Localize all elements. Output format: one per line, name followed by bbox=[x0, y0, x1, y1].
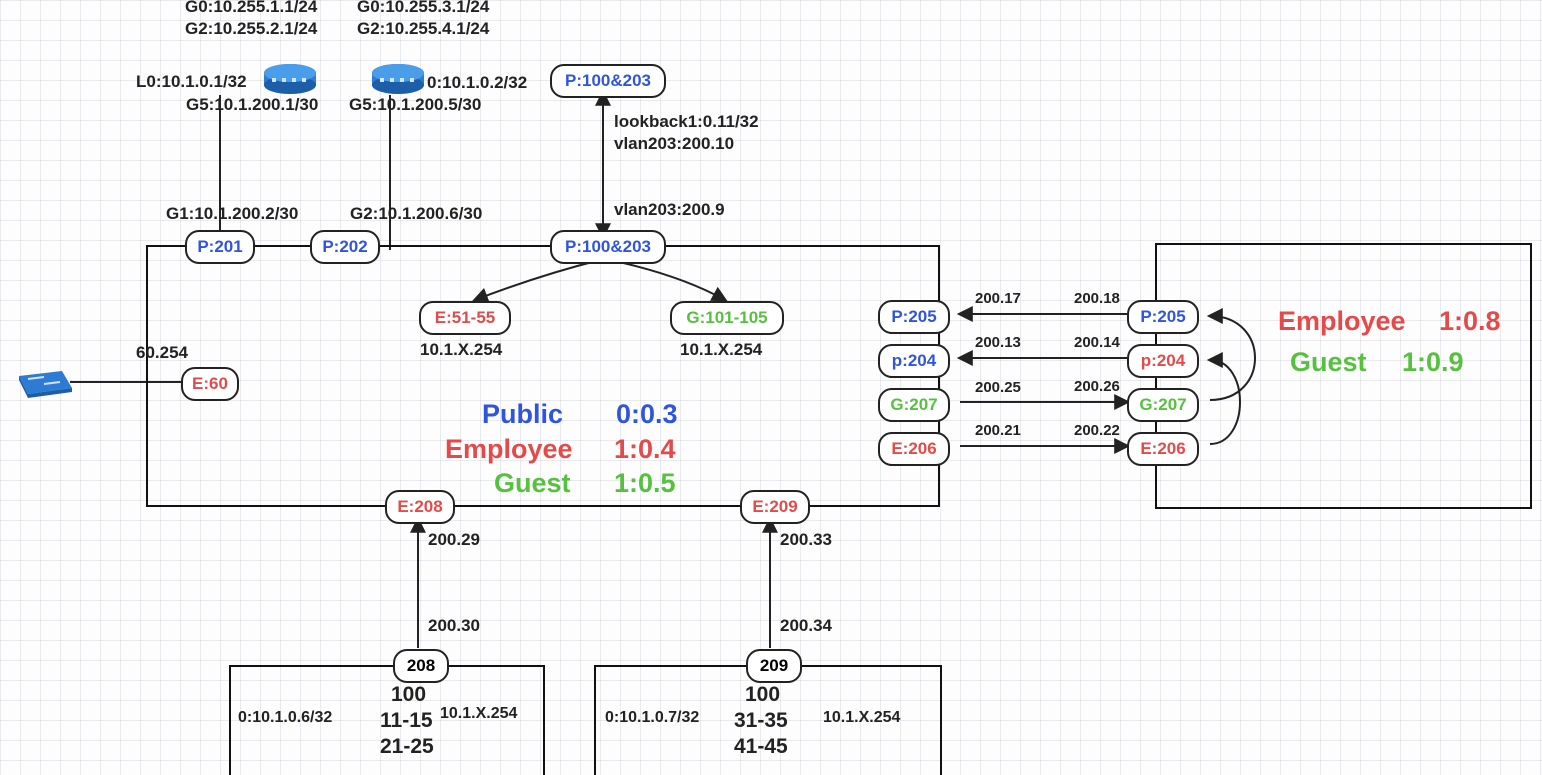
router2-g0: G0:10.255.3.1/24 bbox=[357, 0, 489, 17]
router2-g1: G2:10.1.200.6/30 bbox=[350, 204, 482, 224]
n209-l0: 0:10.1.0.7/32 bbox=[605, 709, 699, 727]
conn-label: 200.17 bbox=[975, 290, 1021, 307]
p204-left[interactable]: p:204 bbox=[878, 344, 950, 378]
p205-left[interactable]: P:205 bbox=[878, 300, 950, 334]
e208-node[interactable]: E:208 bbox=[385, 490, 455, 524]
conn-label: 200.30 bbox=[428, 616, 480, 636]
g101-node[interactable]: G:101-105 bbox=[670, 301, 784, 335]
p205-right[interactable]: P:205 bbox=[1127, 300, 1199, 334]
employee-label: Employee bbox=[445, 434, 573, 465]
n209-41-45: 41-45 bbox=[734, 735, 788, 759]
router-icon bbox=[368, 63, 428, 95]
e60-node[interactable]: E:60 bbox=[181, 367, 239, 401]
conn-label: 200.29 bbox=[428, 530, 480, 550]
conn-label: 200.26 bbox=[1074, 378, 1120, 395]
n208-11-15: 11-15 bbox=[380, 709, 433, 733]
e60-ip: 60.254 bbox=[136, 343, 188, 363]
router-icon bbox=[260, 63, 320, 95]
conn-label: 200.34 bbox=[780, 616, 832, 636]
router1-g2: G2:10.255.2.1/24 bbox=[185, 19, 317, 39]
n208-100: 100 bbox=[391, 683, 426, 707]
router2-g2: G2:10.255.4.1/24 bbox=[357, 19, 489, 39]
conn-label: 200.22 bbox=[1074, 422, 1120, 439]
lookback-a: lookback1:0.11/32 bbox=[614, 112, 759, 132]
g101-ip: 10.1.X.254 bbox=[680, 340, 762, 360]
r-emp: Employee bbox=[1278, 306, 1406, 337]
g207-left[interactable]: G:207 bbox=[878, 388, 950, 422]
switch-icon bbox=[14, 368, 74, 398]
guest-value: 1:0.5 bbox=[614, 468, 676, 499]
n208-ip: 10.1.X.254 bbox=[440, 705, 517, 723]
p100-main-node[interactable]: P:100&203 bbox=[550, 230, 666, 264]
public-value: 0:0.3 bbox=[616, 399, 678, 430]
conn-label: 200.13 bbox=[975, 334, 1021, 351]
p201-node[interactable]: P:201 bbox=[185, 230, 255, 264]
p202-node[interactable]: P:202 bbox=[310, 230, 380, 264]
n209-node[interactable]: 209 bbox=[746, 649, 802, 683]
conn-label: 200.14 bbox=[1074, 334, 1120, 351]
n208-21-25: 21-25 bbox=[380, 735, 434, 759]
r-gue: Guest bbox=[1290, 347, 1367, 378]
router1-g0: G0:10.255.1.1/24 bbox=[185, 0, 317, 17]
p100-top-node[interactable]: P:100&203 bbox=[550, 64, 666, 98]
e206-left[interactable]: E:206 bbox=[878, 432, 950, 466]
router1-g5: G5:10.1.200.1/30 bbox=[186, 95, 318, 115]
e209-node[interactable]: E:209 bbox=[740, 490, 810, 524]
employee-value: 1:0.4 bbox=[614, 434, 676, 465]
conn-label: 200.21 bbox=[975, 422, 1021, 439]
conn-label: 200.18 bbox=[1074, 290, 1120, 307]
guest-label: Guest bbox=[494, 468, 571, 499]
n209-100: 100 bbox=[745, 683, 780, 707]
p204-right[interactable]: p:204 bbox=[1127, 344, 1199, 378]
e51-node[interactable]: E:51-55 bbox=[419, 301, 511, 335]
router1-l0: L0:10.1.0.1/32 bbox=[136, 72, 247, 92]
g207-right[interactable]: G:207 bbox=[1127, 388, 1199, 422]
n208-l0: 0:10.1.0.6/32 bbox=[238, 709, 332, 727]
lookback-b: vlan203:200.10 bbox=[614, 134, 734, 154]
router2-g5: G5:10.1.200.5/30 bbox=[349, 95, 481, 115]
n209-31-35: 31-35 bbox=[734, 709, 788, 733]
r-emp-v: 1:0.8 bbox=[1439, 306, 1501, 337]
lookback-c: vlan203:200.9 bbox=[614, 200, 725, 220]
n208-node[interactable]: 208 bbox=[393, 649, 449, 683]
conn-label: 200.33 bbox=[780, 530, 832, 550]
router2-l0: 0:10.1.0.2/32 bbox=[427, 73, 527, 93]
n209-ip: 10.1.X.254 bbox=[823, 709, 900, 727]
public-label: Public bbox=[482, 399, 563, 430]
e51-ip: 10.1.X.254 bbox=[420, 340, 502, 360]
r-gue-v: 1:0.9 bbox=[1402, 347, 1464, 378]
router1-g1: G1:10.1.200.2/30 bbox=[166, 204, 298, 224]
conn-label: 200.25 bbox=[975, 379, 1021, 396]
e206-right[interactable]: E:206 bbox=[1127, 432, 1199, 466]
